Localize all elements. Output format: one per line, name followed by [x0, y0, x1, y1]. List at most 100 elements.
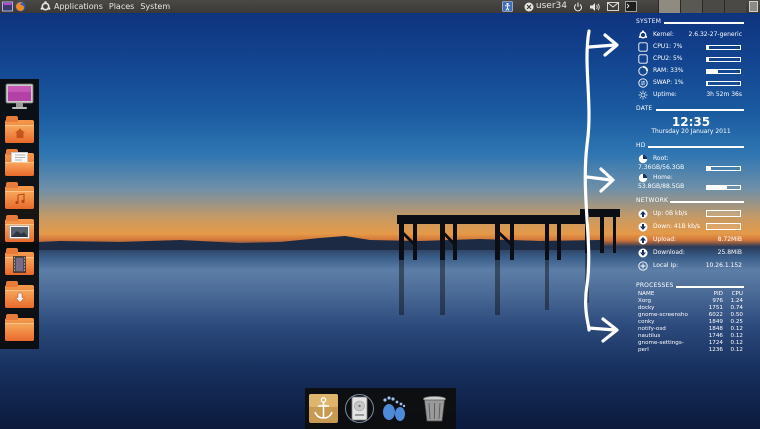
- download-total-row: Download: 25.8MiB: [636, 248, 746, 260]
- kernel-row: Kernel: 2.6.32-27-generic: [636, 30, 746, 42]
- downloads-folder-icon: [14, 292, 26, 303]
- down-graph: [706, 223, 741, 230]
- firefox-icon[interactable]: [15, 1, 26, 12]
- network-heading: NETWORK: [636, 197, 669, 204]
- process-name: gnome-settings-: [638, 340, 684, 346]
- down-speed-row: Down: 41B kb/s: [636, 222, 746, 234]
- uptime-sun-icon: [638, 90, 648, 100]
- ubuntu-logo-icon: [40, 1, 51, 11]
- process-row: nautilus 1746 0.12: [638, 333, 743, 340]
- workspace-3[interactable]: [702, 0, 724, 13]
- process-row: docky 1751 0.74: [638, 305, 743, 312]
- upload-total-row: Upload: 8.72MiB: [636, 235, 746, 247]
- videos-folder-launcher[interactable]: [5, 248, 34, 275]
- terminal-tray-icon[interactable]: [625, 0, 637, 13]
- music-folder-launcher[interactable]: [5, 182, 34, 209]
- process-row: gnome-screensho 6022 0.50: [638, 312, 743, 319]
- swap-label: SWAP: 1%: [653, 79, 684, 86]
- uptime-value: 3h 52m 36s: [706, 91, 742, 98]
- pictures-folder-launcher[interactable]: [5, 215, 34, 242]
- disk-utility-launcher[interactable]: [344, 393, 375, 424]
- user-menu[interactable]: user34: [524, 0, 567, 13]
- menu-applications[interactable]: Applications: [54, 0, 103, 13]
- cpu1-bar: [706, 45, 741, 50]
- process-name: perl: [638, 347, 649, 353]
- panel-tray: user34: [499, 0, 760, 13]
- menu-system[interactable]: System: [140, 0, 170, 13]
- show-desktop-button[interactable]: [749, 1, 758, 12]
- ram-row: RAM: 33%: [636, 66, 746, 78]
- up-speed-label: Up: 0B kb/s: [653, 210, 688, 217]
- home-bar: [706, 185, 741, 190]
- workspace-4[interactable]: [724, 0, 746, 13]
- upload-total-icon: [638, 235, 648, 245]
- documents-folder-launcher[interactable]: [5, 149, 34, 176]
- downloads-folder-launcher[interactable]: [5, 281, 34, 308]
- local-ip-row: Local Ip: 10.26.1.152: [636, 261, 746, 273]
- up-speed-row: Up: 0B kb/s: [636, 209, 746, 221]
- process-row: perl 1236 0.12: [638, 347, 743, 354]
- process-cpu: 0.25: [730, 319, 743, 325]
- down-speed-label: Down: 41B kb/s: [653, 223, 701, 230]
- swap-bar: [706, 81, 741, 86]
- trash-launcher[interactable]: [419, 393, 450, 424]
- process-row: Xorg 976 1.24: [638, 298, 743, 305]
- upload-arrow-icon: [638, 209, 648, 219]
- process-row: conky 1849 0.25: [638, 319, 743, 326]
- top-panel: Applications Places System user34: [0, 0, 760, 13]
- swap-row: SWAP: 1%: [636, 78, 746, 90]
- home-label: Home:: [653, 174, 673, 181]
- cpu-icon: [638, 54, 648, 64]
- process-pid: 1751: [708, 305, 723, 311]
- processes-heading: PROCESSES: [636, 282, 674, 289]
- workspace-2[interactable]: [680, 0, 702, 13]
- section-divider: [664, 22, 744, 24]
- process-col-cpu: CPU: [731, 291, 743, 297]
- upload-total-value: 8.72MiB: [717, 236, 742, 243]
- gnome-launcher[interactable]: [378, 393, 409, 424]
- cpu2-label: CPU2: 5%: [653, 55, 683, 62]
- local-ip-value: 10.26.1.152: [705, 262, 742, 269]
- accessibility-icon[interactable]: [502, 0, 513, 13]
- process-row: notify-osd 1848 0.12: [638, 326, 743, 333]
- section-divider: [676, 286, 744, 288]
- root-label: Root:: [653, 155, 669, 162]
- cpu1-row: CPU1: 7%: [636, 42, 746, 54]
- kernel-label: Kernel:: [653, 31, 674, 38]
- volume-icon[interactable]: [589, 0, 601, 13]
- process-name: docky: [638, 305, 655, 311]
- annotation-arrows: [583, 29, 619, 343]
- terminal-launcher-icon[interactable]: [2, 1, 13, 12]
- process-name: nautilus: [638, 333, 661, 339]
- download-arrow-icon: [638, 222, 648, 232]
- upload-total-label: Upload:: [653, 236, 677, 243]
- local-ip-label: Local Ip:: [653, 262, 679, 269]
- process-cpu: 0.12: [730, 333, 743, 339]
- user-status-icon: [524, 2, 534, 11]
- date-text: Thursday 20 January 2011: [651, 128, 731, 135]
- ram-label: RAM: 33%: [653, 67, 684, 74]
- docky-anchor-icon: [309, 394, 338, 423]
- section-divider: [670, 201, 744, 203]
- process-col-name: NAME: [638, 291, 655, 297]
- process-name: gnome-screensho: [638, 312, 688, 318]
- process-cpu: 0.50: [730, 312, 743, 318]
- home-folder-launcher[interactable]: [5, 116, 34, 143]
- download-total-icon: [638, 248, 648, 258]
- folder-launcher[interactable]: [5, 314, 34, 341]
- menu-places[interactable]: Places: [109, 0, 134, 13]
- computer-launcher[interactable]: [5, 83, 34, 110]
- home-usage-row: 53.8GB/88.5GB: [636, 182, 746, 194]
- hd-heading: HD: [636, 142, 646, 149]
- docky-launcher[interactable]: [308, 393, 339, 424]
- ram-icon: [638, 66, 648, 76]
- process-name: notify-osd: [638, 326, 666, 332]
- power-icon[interactable]: [573, 0, 583, 13]
- cpu1-label: CPU1: 7%: [653, 43, 683, 50]
- process-pid: 1746: [708, 333, 723, 339]
- workspace-1[interactable]: [658, 0, 680, 13]
- mail-icon[interactable]: [607, 0, 619, 13]
- conky-monitor: SYSTEM Kernel: 2.6.32-27-generic CPU1: 7…: [636, 16, 746, 361]
- process-cpu: 0.12: [730, 340, 743, 346]
- process-header-row: NAME PID CPU: [638, 291, 743, 298]
